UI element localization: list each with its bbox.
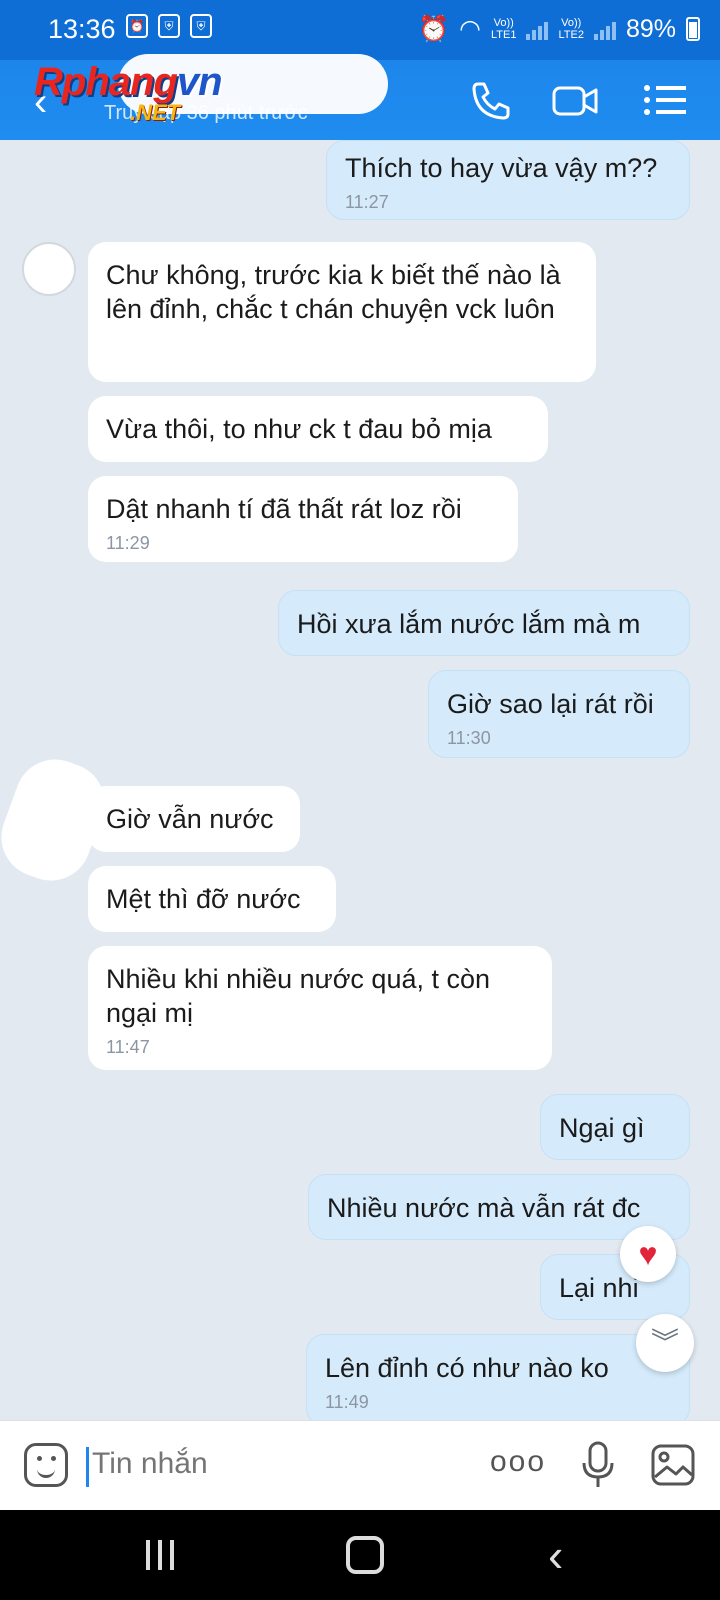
menu-list-icon[interactable] <box>642 78 688 122</box>
battery-percent: 89% <box>625 14 676 43</box>
video-call-icon[interactable] <box>552 78 598 122</box>
status-time: 13:36 <box>48 14 116 44</box>
message-input-bar: ooo <box>0 1420 720 1511</box>
recents-icon[interactable] <box>146 1540 174 1570</box>
message-bubble[interactable]: Mệt thì đỡ nước <box>88 866 336 932</box>
status-bar: 13:36 ⏰ ⛨ ⛨ ⏰ ◠ Vo)) LTE1 Vo)) LTE2 89% <box>0 0 720 60</box>
message-time: 11:47 <box>106 1037 150 1057</box>
message-time: 11:30 <box>447 728 491 748</box>
message-input[interactable] <box>92 1447 452 1481</box>
system-nav-bar: ‹ <box>0 1510 720 1600</box>
message-text: Mệt thì đỡ nước <box>106 884 301 914</box>
emoji-icon[interactable] <box>24 1443 68 1487</box>
microphone-icon[interactable] <box>578 1439 618 1491</box>
message-bubble[interactable]: Dật nhanh tí đã thất rát loz rồi 11:29 <box>88 476 518 562</box>
battery-icon <box>686 17 700 41</box>
message-text: Nhiều nước mà vẫn rát đc <box>327 1193 641 1223</box>
shield-icon: ⛨ <box>190 14 212 38</box>
message-time: 11:29 <box>106 533 150 553</box>
notification-icons: ⏰ ⛨ ⛨ <box>126 14 212 38</box>
home-icon[interactable] <box>346 1536 384 1574</box>
message-bubble[interactable]: Giờ vẫn nước <box>88 786 300 852</box>
lte1-label: Vo)) LTE1 <box>490 17 517 41</box>
shield-icon: ⛨ <box>158 14 180 38</box>
avatar[interactable] <box>22 242 76 296</box>
message-text: Giờ sao lại rát rồi <box>447 689 654 719</box>
lte2-label: Vo)) LTE2 <box>558 17 584 41</box>
wifi-icon: ◠ <box>459 15 481 43</box>
heart-icon[interactable]: ♥ <box>620 1226 676 1282</box>
message-bubble[interactable]: Lên đỉnh có như nào ko 11:49 <box>306 1334 690 1420</box>
watermark-sub: .NET <box>130 100 181 125</box>
message-bubble[interactable]: Nhiều khi nhiều nước quá, t còn ngại mị … <box>88 946 552 1070</box>
text-cursor <box>86 1447 89 1487</box>
message-bubble[interactable]: Vừa thôi, to như ck t đau bỏ mịa <box>88 396 548 462</box>
message-text: Hồi xưa lắm nước lắm mà m <box>297 609 641 639</box>
signal-icon <box>526 18 549 40</box>
message-bubble[interactable]: Hồi xưa lắm nước lắm mà m <box>278 590 690 656</box>
message-text: Lại nhi <box>559 1273 639 1303</box>
message-text: Lên đỉnh có như nào ko <box>325 1353 609 1383</box>
message-bubble[interactable]: Chư không, trước kia k biết thế nào là l… <box>88 242 596 382</box>
message-bubble[interactable]: Ngại gì <box>540 1094 690 1160</box>
alarm-icon: ⏰ <box>126 14 148 38</box>
back-icon[interactable]: ‹ <box>548 1528 563 1582</box>
chat-header: ‹ Truy cập 36 phút trước Rphangvn .NET <box>0 54 720 140</box>
message-text: Thích to hay vừa vậy m?? <box>345 153 658 183</box>
message-time: 11:49 <box>325 1392 369 1412</box>
scroll-down-icon[interactable]: ︾ <box>636 1314 694 1372</box>
message-bubble[interactable]: Giờ sao lại rát rồi 11:30 <box>428 670 690 758</box>
phone-call-icon[interactable] <box>468 78 514 122</box>
message-text: Giờ vẫn nước <box>106 804 274 834</box>
message-text: Nhiều khi nhiều nước quá, t còn ngại mị <box>106 964 491 1028</box>
status-right: ⏰ ◠ Vo)) LTE1 Vo)) LTE2 89% <box>418 14 700 44</box>
message-text: Vừa thôi, to như ck t đau bỏ mịa <box>106 414 492 444</box>
watermark-logo: Rphangvn .NET <box>34 60 264 134</box>
message-time: 11:27 <box>345 192 389 212</box>
signal-icon <box>593 18 616 40</box>
message-list[interactable]: Thích to hay vừa vậy m?? 11:27 Chư không… <box>0 140 720 1420</box>
message-text: Chư không, trước kia k biết thế nào là l… <box>106 260 561 324</box>
watermark-main: Rphangvn <box>34 60 223 104</box>
message-text: Ngại gì <box>559 1113 645 1143</box>
more-options-icon[interactable]: ooo <box>490 1445 546 1479</box>
message-bubble[interactable]: Thích to hay vừa vậy m?? 11:27 <box>326 140 690 220</box>
image-icon[interactable] <box>650 1443 696 1487</box>
message-text: Dật nhanh tí đã thất rát loz rồi <box>106 494 462 524</box>
alarm-icon: ⏰ <box>418 14 450 43</box>
